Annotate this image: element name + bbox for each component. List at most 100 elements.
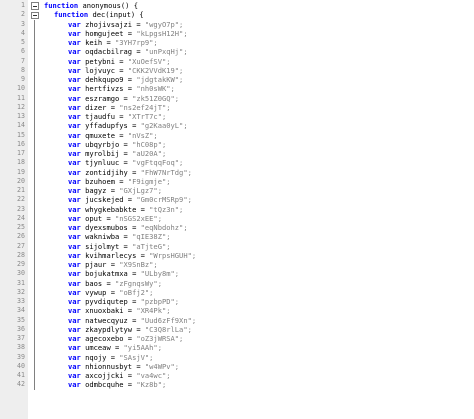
var-keyword: var — [68, 250, 81, 260]
string-literal: "Gm0crMSRp9"; — [136, 195, 192, 205]
code-line[interactable]: 14 var yffadupfys = "g2Kaa0yL"; — [0, 121, 474, 131]
code-editor[interactable]: 1 function anonymous() {2 function dec(inp… — [0, 0, 474, 419]
fold-guide — [30, 176, 40, 186]
code-text: var agecoxebo = "oZ3jWRSA"; — [68, 334, 183, 343]
code-line[interactable]: 42 var odmbcquhe = "Kz8b"; — [0, 380, 474, 390]
variable-name: zontidjihy — [85, 167, 128, 177]
code-line[interactable]: 16 var ubqyrbjo = "hC08p"; — [0, 139, 474, 149]
code-line[interactable]: 30 var bojukatmxa = "ULby8m"; — [0, 269, 474, 279]
fold-guide-line — [34, 324, 35, 334]
fold-guide — [30, 241, 40, 251]
variable-name: umceaw — [85, 343, 111, 353]
code-line[interactable]: 10 var hertfivzs = "nh0sWK"; — [0, 84, 474, 94]
line-number: 5 — [21, 38, 25, 46]
code-content: anonymous() { — [78, 1, 138, 10]
code-text: var vywup = "oBfj2"; — [68, 288, 153, 297]
assign-operator: = — [123, 75, 137, 84]
code-line[interactable]: 32 var vywup = "oBfj2"; — [0, 287, 474, 297]
code-line[interactable]: 1 function anonymous() { — [0, 1, 474, 10]
assign-operator: = — [127, 121, 141, 131]
code-line[interactable]: 40 var nhionnusbyt = "w4WPv"; — [0, 361, 474, 371]
code-line[interactable]: 2 function dec(input) { — [0, 10, 474, 19]
code-line[interactable]: 5 var keih = "3YH7rp9"; — [0, 38, 474, 48]
code-content: dec(input) { — [88, 10, 144, 20]
code-line[interactable]: 29 var pjaur = "X9SnBz"; — [0, 260, 474, 270]
fold-guide-line — [34, 213, 35, 223]
string-literal: "qIE38Z"; — [132, 232, 171, 242]
string-literal: "nSGS2xEE"; — [115, 213, 162, 223]
code-line[interactable]: 15 var qmuxete = "nVsZ"; — [0, 130, 474, 140]
code-text: var baos = "zFgnqsWy"; — [68, 279, 162, 288]
collapse-icon[interactable] — [31, 2, 39, 10]
code-line[interactable]: 27 var sijolmyt = "aTjteG"; — [0, 241, 474, 251]
code-line[interactable]: 23 var whygkebabkte = "tQz3n"; — [0, 204, 474, 214]
collapse-icon[interactable] — [31, 11, 39, 20]
code-line[interactable]: 20 var bzuhoem = "F9igmje"; — [0, 176, 474, 186]
string-literal: "GXjLgz7"; — [119, 186, 162, 195]
code-line[interactable]: 38 var umceaw = "yi5AAh"; — [0, 343, 474, 353]
string-literal: "ULby8m"; — [140, 269, 180, 279]
code-line[interactable]: 7 var petybni = "XuOefSV"; — [0, 56, 474, 66]
variable-name: bojukatmxa — [85, 269, 128, 279]
assign-operator: = — [123, 306, 137, 316]
code-line[interactable]: 17 var myrolbij = "aU20A"; — [0, 149, 474, 159]
code-line[interactable]: 28 var kvihmarlecys = "WrpsHGUH"; — [0, 250, 474, 260]
assign-operator: = — [119, 93, 133, 103]
code-line[interactable]: 19 var zontidjihy = "FhW7NrTdg"; — [0, 167, 474, 177]
code-line[interactable]: 33 var pyvdiqutep = "pzbpPD"; — [0, 297, 474, 307]
fold-guide-line — [34, 176, 35, 186]
code-text: var kvihmarlecys = "WrpsHGUH"; — [68, 251, 196, 260]
code-line[interactable]: 22 var jucskejed = "Gm0crMSRp9"; — [0, 195, 474, 205]
code-line[interactable]: 35 var natwecqyuz = "Uud6zFf9Xn"; — [0, 315, 474, 325]
fold-toggle-icon[interactable] — [30, 1, 40, 10]
code-line[interactable]: 39 var nqojy = "SAsjV"; — [0, 352, 474, 362]
code-line[interactable]: 25 var dyexsmubos = "eqNbdohz"; — [0, 223, 474, 233]
fold-guide-line — [34, 380, 35, 390]
variable-name: zkaypdlytyw — [85, 324, 133, 334]
variable-name: pyvdiqutep — [85, 297, 128, 306]
code-line[interactable]: 8 var lojvuyc = "CKK2VVdK19"; — [0, 65, 474, 75]
fold-guide-line — [34, 195, 35, 205]
code-line[interactable]: 24 var oput = "nSGS2xEE"; — [0, 213, 474, 223]
code-line[interactable]: 9 var dehkqupo9 = "jdgtakKW"; — [0, 75, 474, 85]
code-line[interactable]: 13 var tjaudfu = "XTrT7c"; — [0, 112, 474, 122]
code-line[interactable]: 36 var zkaypdlytyw = "C3Q8rlLa"; — [0, 324, 474, 334]
string-literal: "kLpgsH12H"; — [136, 28, 188, 38]
fold-guide — [30, 343, 40, 353]
code-text: var zkaypdlytyw = "C3Q8rlLa"; — [68, 325, 192, 334]
fold-guide-line — [34, 121, 35, 131]
code-text: var bagyz = "GXjLgz7"; — [68, 186, 162, 195]
variable-name: agecoxebo — [85, 334, 124, 343]
code-line[interactable]: 12 var dizer = "ns2ef24jT"; — [0, 102, 474, 112]
fold-guide-line — [34, 352, 35, 362]
code-line[interactable]: 37 var agecoxebo = "oZ3jWRSA"; — [0, 334, 474, 344]
code-line[interactable]: 11 var eszramgo = "zk51Z0GQ"; — [0, 93, 474, 103]
code-line[interactable]: 34 var xnuoxbaki = "XR4Pk"; — [0, 306, 474, 316]
code-line[interactable]: 3 var zhojivsajzi = "wgyO7p"; — [0, 19, 474, 29]
assign-operator: = — [123, 371, 137, 380]
fold-toggle-icon[interactable] — [30, 10, 40, 20]
fold-guide — [30, 167, 40, 177]
variable-name: whygkebabkte — [85, 204, 137, 214]
assign-operator: = — [115, 56, 128, 66]
fold-guide — [30, 287, 40, 297]
assign-operator: = — [127, 315, 141, 325]
code-text: var xnuoxbaki = "XR4Pk"; — [68, 306, 171, 315]
assign-operator: = — [106, 186, 120, 195]
string-literal: "nh0sWK"; — [136, 84, 175, 94]
variable-name: dizer — [85, 102, 107, 112]
code-text: var dyexsmubos = "eqNbdohz"; — [68, 223, 188, 232]
code-line[interactable]: 6 var oqdacbilrag = "unPxqHj"; — [0, 47, 474, 57]
code-line[interactable]: 26 var wakniwba = "qIE38Z"; — [0, 232, 474, 242]
code-text: var nhionnusbyt = "w4WPv"; — [68, 362, 179, 371]
code-line[interactable]: 4 var homgujeet = "kLpgsH12H"; — [0, 28, 474, 38]
code-line[interactable]: 41 var axcojjcki = "va4wc"; — [0, 371, 474, 381]
fold-guide-line — [34, 167, 35, 177]
code-line[interactable]: 31 var baos = "zFgnqsWy"; — [0, 278, 474, 288]
var-keyword: var — [68, 130, 81, 140]
code-line[interactable]: 21 var bagyz = "GXjLgz7"; — [0, 186, 474, 196]
line-number: 28 — [17, 250, 25, 259]
keyword: function — [54, 10, 89, 20]
code-line[interactable]: 18 var tjynluuc = "vgFtqqFoq"; — [0, 158, 474, 168]
assign-operator: = — [102, 278, 115, 288]
